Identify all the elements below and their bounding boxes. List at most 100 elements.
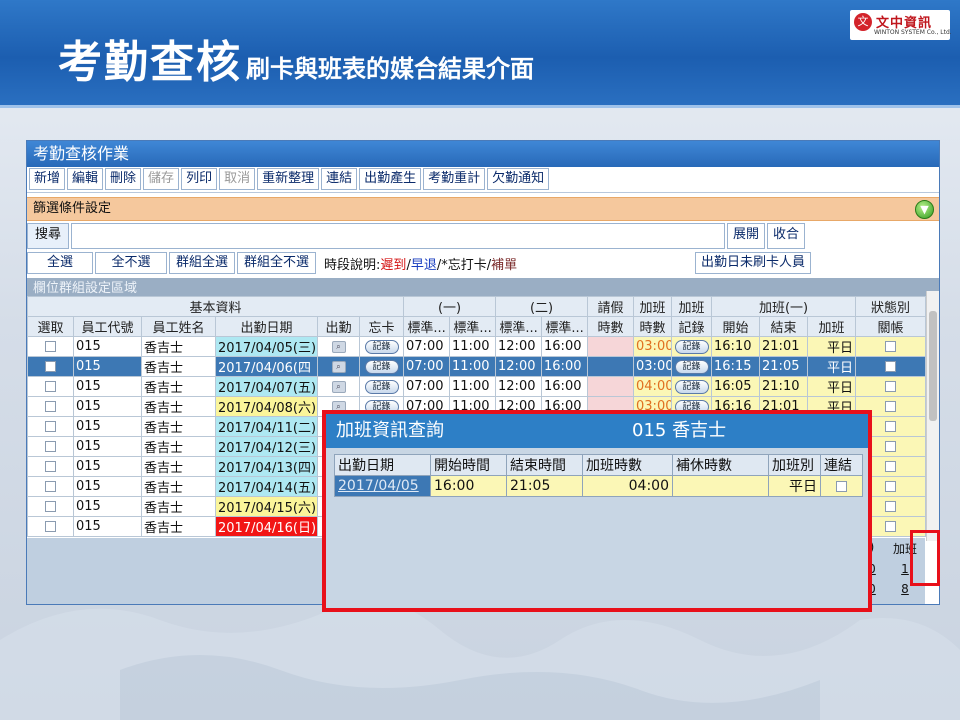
col-ot-record[interactable]: 記錄 — [671, 316, 713, 337]
closed-checkbox[interactable] — [885, 501, 897, 512]
table-row[interactable]: 015 香吉士 2017/04/07(五) ⌕ 記錄 07:00 11:00 12:00 16:… — [27, 376, 927, 397]
col-forgot[interactable]: 忘卡 — [358, 316, 405, 337]
ot-type-cell[interactable]: 平日 — [807, 356, 857, 377]
ot-record-button[interactable]: 記錄 — [674, 379, 709, 394]
ot-start-cell[interactable]: 16:10 — [711, 336, 761, 357]
date-cell[interactable]: 2017/04/12(三) — [215, 436, 318, 457]
new-button[interactable]: 新增 — [29, 168, 66, 190]
emp-name-cell[interactable]: 香吉士 — [141, 496, 216, 517]
row-checkbox[interactable] — [45, 361, 56, 372]
emp-code-cell[interactable]: 015 — [73, 376, 142, 397]
absence-notice-button[interactable]: 欠勤通知 — [487, 168, 550, 190]
closed-checkbox[interactable] — [885, 421, 897, 432]
s2-in-cell[interactable]: 12:00 — [495, 356, 543, 377]
closed-checkbox[interactable] — [885, 381, 897, 392]
expand-arrow-icon[interactable]: ▼ — [915, 200, 934, 219]
ot-record-button[interactable]: 記錄 — [674, 339, 709, 354]
col-ot-end[interactable]: 結束 — [759, 316, 809, 337]
magnifier-icon[interactable]: ⌕ — [331, 340, 346, 353]
emp-name-cell[interactable]: 香吉士 — [141, 516, 216, 537]
row-checkbox[interactable] — [45, 401, 56, 412]
closed-checkbox[interactable] — [885, 361, 897, 372]
cancel-button[interactable]: 取消 — [219, 168, 256, 190]
ot-start-cell[interactable]: 16:05 — [711, 376, 761, 397]
row-checkbox[interactable] — [45, 441, 56, 452]
ot-end-cell[interactable]: 21:05 — [759, 356, 809, 377]
closed-checkbox[interactable] — [885, 401, 897, 412]
date-cell[interactable]: 2017/04/14(五) — [215, 476, 318, 497]
ot-hours-cell[interactable]: 03:00 — [633, 356, 673, 377]
emp-name-cell[interactable]: 香吉士 — [141, 336, 216, 357]
delete-button[interactable]: 刪除 — [105, 168, 142, 190]
col-s1-in[interactable]: 標準... — [403, 316, 451, 337]
expand-button[interactable]: 展開 — [727, 223, 766, 249]
row-checkbox[interactable] — [45, 381, 56, 392]
emp-code-cell[interactable]: 015 — [73, 516, 142, 537]
ot-start-cell[interactable]: 16:15 — [711, 356, 761, 377]
date-cell[interactable]: 2017/04/15(六) — [215, 496, 318, 517]
emp-code-cell[interactable]: 015 — [73, 476, 142, 497]
leave-hours-cell[interactable] — [587, 336, 635, 357]
emp-name-cell[interactable]: 香吉士 — [141, 356, 216, 377]
emp-name-cell[interactable]: 香吉士 — [141, 456, 216, 477]
s2-in-cell[interactable]: 12:00 — [495, 376, 543, 397]
record-button[interactable]: 記錄 — [364, 359, 399, 374]
ot-end-cell[interactable]: 21:10 — [759, 376, 809, 397]
date-cell[interactable]: 2017/04/08(六) — [215, 396, 318, 417]
ot-type-cell[interactable]: 平日 — [807, 336, 857, 357]
edit-button[interactable]: 編輯 — [67, 168, 104, 190]
emp-code-cell[interactable]: 015 — [73, 356, 142, 377]
col-ot-hours[interactable]: 時數 — [633, 316, 673, 337]
row-checkbox[interactable] — [45, 481, 56, 492]
date-cell[interactable]: 2017/04/05(三) — [215, 336, 318, 357]
closed-checkbox[interactable] — [885, 441, 897, 452]
emp-name-cell[interactable]: 香吉士 — [141, 376, 216, 397]
magnifier-icon[interactable]: ⌕ — [331, 360, 346, 373]
date-cell[interactable]: 2017/04/06(四 — [215, 356, 318, 377]
emp-code-cell[interactable]: 015 — [73, 496, 142, 517]
closed-checkbox[interactable] — [885, 341, 897, 352]
closed-checkbox[interactable] — [885, 461, 897, 472]
row-checkbox[interactable] — [45, 521, 56, 532]
record-button[interactable]: 記錄 — [364, 339, 399, 354]
emp-code-cell[interactable]: 015 — [73, 436, 142, 457]
row-checkbox[interactable] — [45, 501, 56, 512]
refresh-button[interactable]: 重新整理 — [257, 168, 320, 190]
table-row[interactable]: 015 香吉士 2017/04/05(三) ⌕ 記錄 07:00 11:00 12:00 16:… — [27, 336, 927, 357]
col-leave-hours[interactable]: 時數 — [587, 316, 635, 337]
filter-settings-bar[interactable]: 篩選條件設定 ▼ — [27, 197, 939, 221]
scrollbar-thumb[interactable] — [929, 311, 937, 421]
save-button[interactable]: 儲存 — [143, 168, 180, 190]
record-button[interactable]: 記錄 — [364, 379, 399, 394]
ot-link-checkbox[interactable] — [836, 480, 847, 492]
search-input[interactable] — [71, 223, 725, 249]
date-cell[interactable]: 2017/04/11(二) — [215, 416, 318, 437]
col-emp-name[interactable]: 員工姓名 — [141, 316, 216, 337]
col-date[interactable]: 出勤日期 — [215, 316, 318, 337]
ot-date-link[interactable]: 2017/04/05 — [334, 475, 431, 497]
s2-out-cell[interactable]: 16:00 — [541, 356, 589, 377]
s2-out-cell[interactable]: 16:00 — [541, 376, 589, 397]
recalculate-button[interactable]: 考勤重計 — [423, 168, 486, 190]
grid-vertical-scrollbar[interactable] — [926, 291, 939, 541]
emp-name-cell[interactable]: 香吉士 — [141, 396, 216, 417]
row-checkbox[interactable] — [45, 421, 56, 432]
col-s1-out[interactable]: 標準... — [449, 316, 497, 337]
magnifier-icon[interactable]: ⌕ — [331, 380, 346, 393]
col-ot-type[interactable]: 加班 — [807, 316, 857, 337]
closed-checkbox[interactable] — [885, 481, 897, 492]
col-emp-code[interactable]: 員工代號 — [73, 316, 142, 337]
s2-out-cell[interactable]: 16:00 — [541, 336, 589, 357]
col-closed[interactable]: 關帳 — [855, 316, 927, 337]
select-all-button[interactable]: 全選 — [27, 252, 93, 274]
row-checkbox[interactable] — [45, 461, 56, 472]
emp-code-cell[interactable]: 015 — [73, 396, 142, 417]
emp-name-cell[interactable]: 香吉士 — [141, 436, 216, 457]
s1-out-cell[interactable]: 11:00 — [449, 356, 497, 377]
s1-in-cell[interactable]: 07:00 — [403, 336, 451, 357]
closed-checkbox[interactable] — [885, 521, 897, 532]
s1-in-cell[interactable]: 07:00 — [403, 376, 451, 397]
col-s2-in[interactable]: 標準... — [495, 316, 543, 337]
no-punch-staff-button[interactable]: 出勤日未刷卡人員 — [694, 252, 811, 274]
s1-out-cell[interactable]: 11:00 — [449, 336, 497, 357]
